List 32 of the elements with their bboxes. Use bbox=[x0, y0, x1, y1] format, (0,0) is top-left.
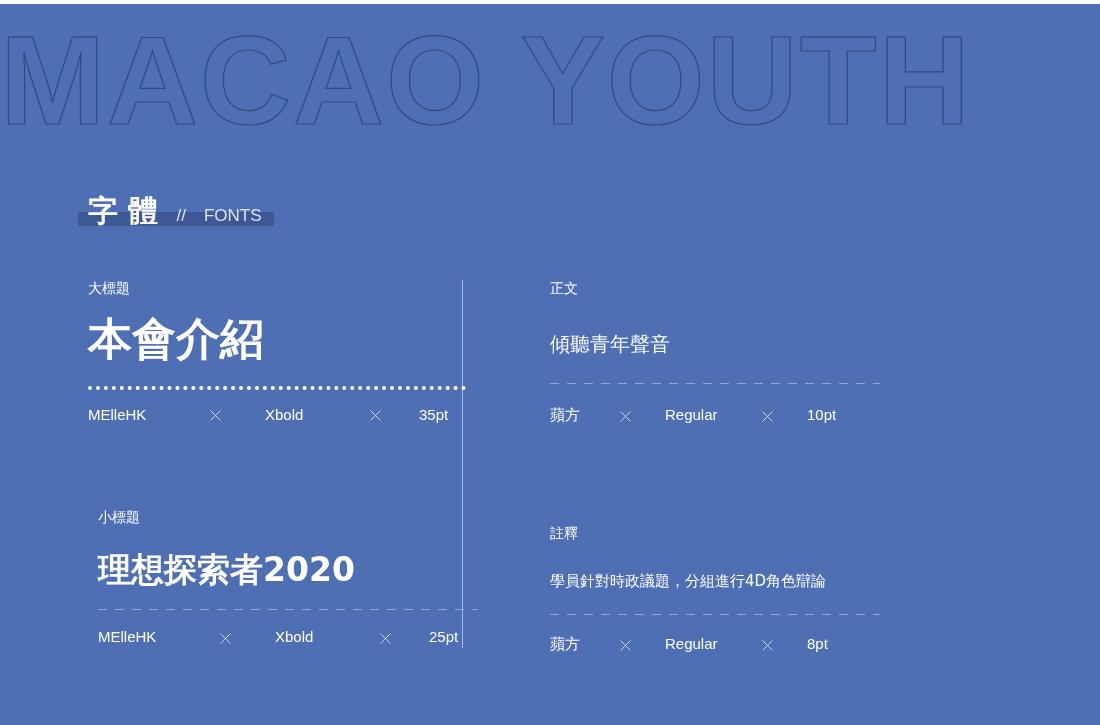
title-separator: // bbox=[176, 207, 186, 226]
specimen-sample: 理想探索者2020 bbox=[98, 549, 355, 590]
cross-icon bbox=[762, 639, 773, 651]
specimen-label: 正文 bbox=[550, 279, 578, 298]
cross-icon bbox=[210, 410, 221, 422]
font-weight: Xbold bbox=[265, 404, 305, 425]
specimen-label: 註釋 bbox=[550, 523, 578, 543]
specimen-label: 小標題 bbox=[98, 507, 140, 527]
backdrop-title: MACAO YOUTH bbox=[0, 9, 972, 144]
font-weight: Regular bbox=[665, 634, 719, 654]
cross-icon bbox=[762, 410, 773, 422]
section-subtitle: FONTS bbox=[203, 207, 262, 226]
font-name: MElleHK bbox=[98, 627, 158, 648]
font-size: 35pt bbox=[419, 404, 449, 425]
font-weight: Xbold bbox=[275, 627, 315, 648]
font-size: 8pt bbox=[807, 634, 828, 654]
cross-icon bbox=[220, 632, 231, 644]
section-title: 字 體 bbox=[88, 196, 159, 226]
font-size: 10pt bbox=[807, 405, 837, 425]
cross-icon bbox=[620, 639, 631, 651]
cross-icon bbox=[620, 410, 631, 422]
cross-icon bbox=[370, 410, 381, 422]
specimen-sample: 本會介紹 bbox=[88, 313, 264, 366]
specimen-sample: 學員針對時政議題，分組進行4D角色辯論 bbox=[550, 570, 827, 592]
cross-icon bbox=[380, 632, 391, 644]
font-name: MElleHK bbox=[88, 404, 148, 425]
specimen-sample: 傾聽青年聲音 bbox=[550, 331, 670, 358]
font-size: 25pt bbox=[429, 627, 459, 648]
font-name: 蘋方 bbox=[550, 405, 581, 425]
font-weight: Regular bbox=[665, 405, 719, 425]
specimen-label: 大標題 bbox=[88, 279, 130, 298]
font-name: 蘋方 bbox=[550, 634, 581, 654]
